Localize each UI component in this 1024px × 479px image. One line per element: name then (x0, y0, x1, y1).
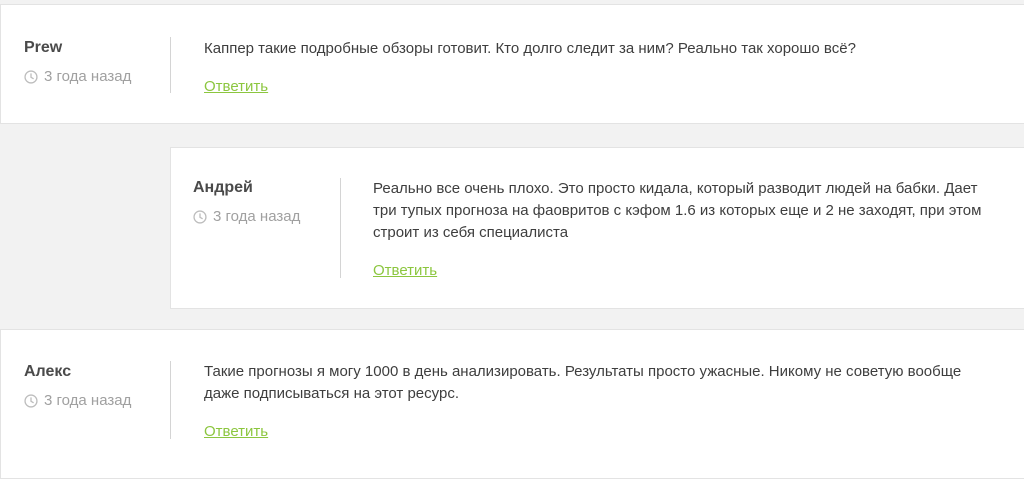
comment-text: Такие прогнозы я могу 1000 в день анализ… (204, 361, 1004, 405)
comment-divider (170, 361, 171, 439)
comment-divider (340, 178, 341, 278)
comment-text-line: строит из себя специалиста (373, 224, 569, 241)
comment-author: Алекс (24, 363, 72, 380)
clock-icon (24, 393, 38, 408)
comment-author: Андрей (193, 179, 253, 196)
comment-card: Алекс 3 года назад Такие прогнозы я могу… (0, 329, 1024, 479)
comment-time-label: 3 года назад (44, 392, 132, 409)
reply-link[interactable]: Ответить (204, 423, 268, 440)
comment-text-line: даже подписываться на этот ресурс. (204, 385, 459, 402)
reply-link[interactable]: Ответить (373, 262, 437, 279)
comment-time: 3 года назад (193, 208, 300, 225)
comment-card: Prew 3 года назад Каппер такие подробные… (0, 4, 1024, 124)
comment-time-label: 3 года назад (44, 68, 132, 85)
comment-time: 3 года назад (24, 68, 131, 85)
comment-text: Каппер такие подробные обзоры готовит. К… (204, 40, 856, 57)
comment-card-reply: Андрей 3 года назад Реально все очень пл… (170, 147, 1024, 309)
comment-text-line: Такие прогнозы я могу 1000 в день анализ… (204, 363, 962, 380)
comment-text-line: три тупых прогноза на фаовритов с кэфом … (373, 202, 982, 219)
comment-time-label: 3 года назад (213, 208, 301, 225)
comment-time: 3 года назад (24, 392, 131, 409)
comment-text: Реально все очень плохо. Это просто кида… (373, 178, 1013, 244)
comment-text-line: Реально все очень плохо. Это просто кида… (373, 180, 978, 197)
reply-link[interactable]: Ответить (204, 78, 268, 95)
comment-divider (170, 37, 171, 93)
clock-icon (193, 209, 207, 224)
clock-icon (24, 69, 38, 84)
comment-author: Prew (24, 39, 63, 56)
